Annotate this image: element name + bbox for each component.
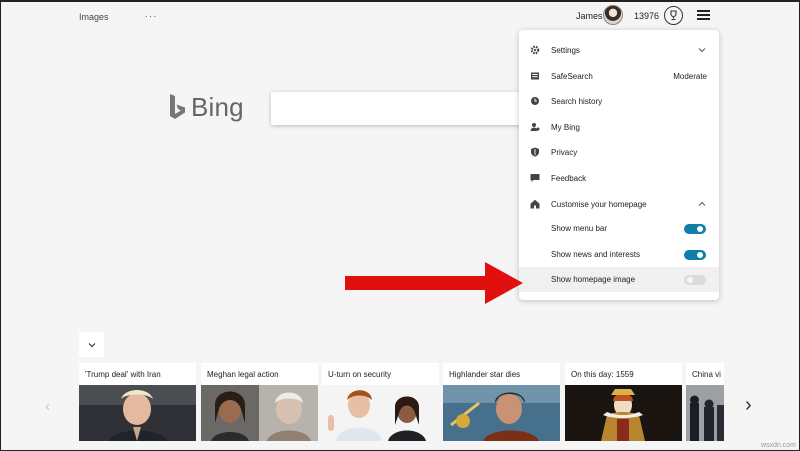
- menu-item-my-bing[interactable]: My Bing: [519, 115, 719, 139]
- home-icon: [530, 199, 540, 209]
- menu-item-label: My Bing: [551, 122, 580, 132]
- news-card[interactable]: 'Trump deal' with Iran: [79, 363, 196, 441]
- menu-item-customise-homepage[interactable]: Customise your homepage: [519, 192, 719, 216]
- chevron-up-icon[interactable]: [697, 199, 707, 209]
- menu-item-search-history[interactable]: Search history: [519, 89, 719, 113]
- show-menu-bar-toggle[interactable]: [684, 223, 706, 234]
- menu-item-label: Feedback: [551, 173, 587, 183]
- menu-item-label: Privacy: [551, 147, 578, 157]
- show-news-toggle[interactable]: [684, 249, 706, 260]
- shield-icon: [530, 147, 540, 157]
- news-card[interactable]: Meghan legal action: [201, 363, 318, 441]
- news-card-image: [79, 385, 196, 441]
- safesearch-value: Moderate: [673, 71, 707, 81]
- safesearch-icon: [530, 71, 540, 81]
- option-label: Show news and interests: [551, 250, 640, 259]
- news-card-title: China vi: [692, 370, 721, 379]
- person-icon: [530, 122, 540, 132]
- history-icon: [530, 96, 540, 106]
- watermark: wsxdn.com: [760, 442, 796, 449]
- carousel-prev-icon[interactable]: ‹: [45, 398, 50, 416]
- menu-item-feedback[interactable]: Feedback: [519, 166, 719, 190]
- news-card[interactable]: China vi: [686, 363, 724, 441]
- news-card-title: Meghan legal action: [207, 370, 279, 379]
- menu-item-label: Search history: [551, 96, 603, 106]
- option-label: Show homepage image: [551, 275, 636, 284]
- news-card[interactable]: Highlander star dies: [443, 363, 560, 441]
- news-card-title: Highlander star dies: [449, 370, 521, 379]
- images-link[interactable]: Images: [79, 12, 109, 22]
- news-card-title: U-turn on security: [328, 370, 392, 379]
- news-card-image: [201, 385, 318, 441]
- news-card-title: On this day: 1559: [571, 370, 634, 379]
- menu-item-label: SafeSearch: [551, 71, 593, 81]
- avatar[interactable]: [603, 5, 623, 25]
- option-show-homepage-image: Show homepage image: [519, 267, 719, 292]
- menu-item-safesearch[interactable]: SafeSearch Moderate: [519, 64, 719, 88]
- bing-logo-text: Bing: [191, 92, 244, 122]
- option-show-menu-bar: Show menu bar: [519, 216, 719, 241]
- show-homepage-image-toggle[interactable]: [684, 274, 706, 285]
- menu-item-label: Customise your homepage: [551, 199, 647, 209]
- news-card-image: [686, 385, 724, 441]
- red-arrow-annotation: [345, 262, 523, 304]
- username[interactable]: James: [576, 11, 603, 21]
- chevron-down-icon[interactable]: [697, 45, 707, 55]
- menu-item-privacy[interactable]: Privacy: [519, 140, 719, 164]
- bing-logo[interactable]: Bing: [168, 92, 244, 123]
- trophy-icon: [670, 10, 677, 21]
- rewards-points[interactable]: 13976: [634, 11, 659, 21]
- feedback-icon: [530, 173, 540, 183]
- menu-item-label: Settings: [551, 45, 580, 55]
- menu-item-settings[interactable]: Settings: [519, 38, 719, 62]
- chevron-down-icon: [88, 342, 95, 347]
- rewards-icon[interactable]: [664, 6, 683, 25]
- bing-logo-icon: [170, 93, 185, 119]
- collapse-news-button[interactable]: [79, 332, 104, 357]
- more-options-icon[interactable]: ···: [145, 11, 158, 22]
- news-card[interactable]: On this day: 1559: [565, 363, 682, 441]
- option-show-news-and-interests: Show news and interests: [519, 242, 719, 267]
- news-card-image: [322, 385, 439, 441]
- news-card-image: [565, 385, 682, 441]
- option-label: Show menu bar: [551, 224, 608, 233]
- top-nav: Images ···: [79, 11, 158, 22]
- carousel-next-icon[interactable]: ›: [745, 394, 752, 417]
- settings-dropdown-menu: Settings SafeSearch Moderate Search hist…: [519, 30, 719, 300]
- news-card[interactable]: U-turn on security: [322, 363, 439, 441]
- hamburger-menu-icon[interactable]: [697, 10, 710, 20]
- gear-icon: [530, 45, 540, 55]
- search-input[interactable]: [271, 92, 541, 125]
- news-card-title: 'Trump deal' with Iran: [85, 370, 161, 379]
- news-card-image: [443, 385, 560, 441]
